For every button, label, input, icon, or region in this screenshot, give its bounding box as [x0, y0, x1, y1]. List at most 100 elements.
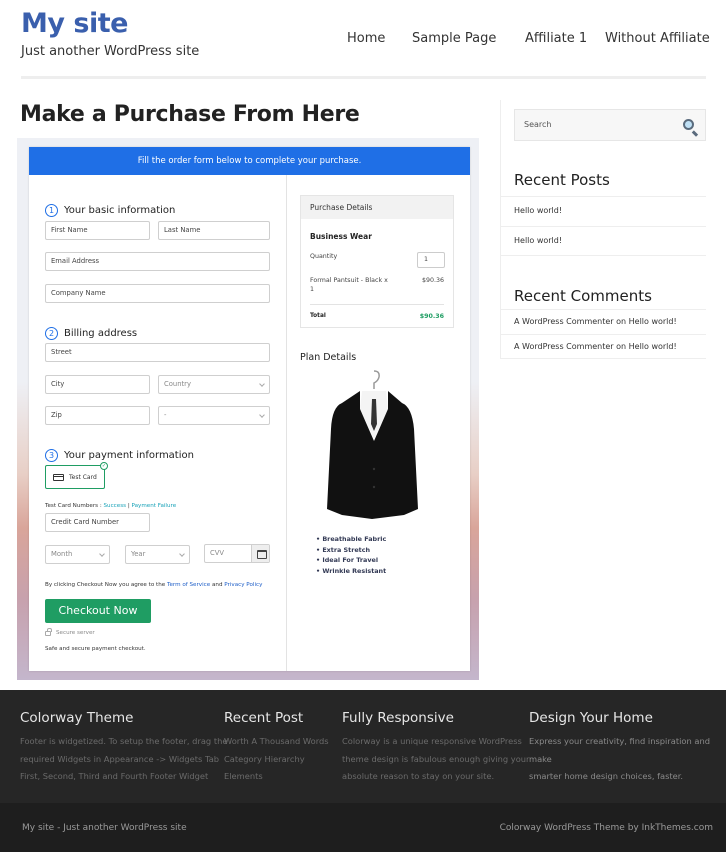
cvv-field[interactable]: CVV [204, 544, 270, 563]
main-nav: Home Sample Page Affiliate 1 Without Aff… [0, 31, 726, 51]
footer-line: Express your creativity, find inspiratio… [529, 736, 710, 764]
line-item-qty: 1 [310, 286, 315, 293]
footer-col-title: Colorway Theme [20, 710, 134, 726]
nav-item-sample-page[interactable]: Sample Page [412, 31, 496, 46]
site-header: My site Just another WordPress site Home… [0, 0, 726, 90]
step-number: 1 [45, 204, 58, 217]
checkout-image: Fill the order form below to complete yo… [17, 138, 479, 680]
first-name-field[interactable]: First Name [45, 221, 150, 240]
footer-line: Footer is widgetized. To setup the foote… [20, 736, 228, 746]
plan-details-title: Plan Details [300, 352, 357, 363]
recent-posts-title: Recent Posts [514, 171, 610, 189]
zip-field[interactable]: Zip [45, 406, 150, 425]
test-card-option[interactable]: Test Card ✓ [45, 462, 108, 489]
test-card-label: Test Card [69, 473, 97, 481]
privacy-link[interactable]: Privacy Policy [224, 582, 262, 588]
footer-col-links: Worth A Thousand Words Category Hierarch… [224, 733, 329, 786]
search-placeholder: Search [524, 120, 552, 129]
footer-line: absolute reason to stay on your site. [342, 771, 495, 781]
copyright-text: My site - Just another WordPress site [22, 823, 187, 833]
chevron-down-icon [99, 551, 105, 557]
footer-col-text: Footer is widgetized. To setup the foote… [20, 733, 227, 786]
last-name-field[interactable]: Last Name [158, 221, 270, 240]
agreement-and: and [211, 582, 223, 588]
footer-col-title: Fully Responsive [342, 710, 454, 726]
nav-item-without-affiliate[interactable]: Without Affiliate [605, 31, 710, 46]
state-select-value: - [164, 411, 167, 419]
plan-features: Breathable Fabric Extra Stretch Ideal Fo… [316, 534, 386, 576]
suit-image [327, 370, 418, 519]
country-select-value: Country [164, 380, 192, 388]
card-icon [251, 545, 269, 562]
chevron-down-icon [259, 381, 265, 387]
street-field[interactable]: Street [45, 343, 270, 362]
quantity-input[interactable]: 1 [417, 252, 445, 268]
year-select-value: Year [131, 550, 146, 558]
recent-comments-title: Recent Comments [514, 287, 652, 305]
payment-failure-link[interactable]: Payment Failure [131, 503, 176, 509]
checkout-now-button[interactable]: Checkout Now [45, 599, 151, 623]
header-divider [21, 76, 706, 79]
month-select-value: Month [51, 550, 73, 558]
chevron-down-icon [179, 551, 185, 557]
footer-col-title: Design Your Home [529, 710, 653, 726]
nav-item-affiliate-1[interactable]: Affiliate 1 [525, 31, 587, 46]
step-payment: 3 Your payment information [45, 449, 194, 462]
recent-comment-link[interactable]: A WordPress Commenter on Hello world! [501, 334, 706, 359]
feature-item: Extra Stretch [316, 545, 386, 556]
search-icon[interactable] [683, 119, 694, 130]
footer: Colorway Theme Footer is widgetized. To … [0, 690, 726, 803]
product-name: Business Wear [310, 232, 372, 241]
step-number: 2 [45, 327, 58, 340]
footer-link[interactable]: Worth A Thousand Words [224, 733, 329, 751]
total-value: $90.36 [419, 313, 444, 320]
credit-card-icon [53, 473, 64, 481]
safe-checkout-text: Safe and secure payment checkout. [45, 646, 146, 652]
feature-item: Breathable Fabric [316, 534, 386, 545]
recent-comment-link[interactable]: A WordPress Commenter on Hello world! [501, 309, 706, 334]
month-select[interactable]: Month [45, 545, 110, 564]
city-field[interactable]: City [45, 375, 150, 394]
agreement-prefix: By clicking Checkout Now you agree to th… [45, 582, 166, 588]
divider [310, 304, 444, 305]
footer-col-text: Express your creativity, find inspiratio… [529, 733, 726, 786]
footer-link[interactable]: Elements [224, 768, 329, 786]
test-card-numbers-label: Test Card Numbers : [45, 503, 102, 509]
theme-credit-link[interactable]: Colorway WordPress Theme by InkThemes.co… [500, 823, 713, 833]
step-basic-info: 1 Your basic information [45, 204, 175, 217]
lock-icon [45, 628, 52, 636]
cvv-placeholder: CVV [210, 549, 225, 557]
email-field[interactable]: Email Address [45, 252, 270, 271]
column-divider [286, 175, 287, 671]
nav-item-home[interactable]: Home [347, 31, 385, 46]
check-icon: ✓ [100, 462, 108, 470]
country-select[interactable]: Country [158, 375, 270, 394]
state-select[interactable]: - [158, 406, 270, 425]
footer-col-title: Recent Post [224, 710, 304, 726]
footer-line: smarter home design choices, faster. [529, 771, 684, 781]
hanger-hook [373, 370, 380, 389]
success-link[interactable]: Success [104, 503, 127, 509]
footer-line: required Widgets in Appearance -> Widget… [20, 753, 220, 764]
line-item-name: Formal Pantsuit - Black x [310, 277, 388, 284]
step-label: Your basic information [64, 205, 176, 216]
footer-line: Colorway is a unique responsive WordPres… [342, 736, 522, 746]
feature-item: Wrinkle Resistant [316, 566, 386, 577]
step-billing: 2 Billing address [45, 327, 137, 340]
recent-post-link[interactable]: Hello world! [501, 226, 706, 256]
search-input[interactable]: Search [514, 109, 706, 141]
checkout-card: Fill the order form below to complete yo… [29, 147, 470, 671]
company-field[interactable]: Company Name [45, 284, 270, 303]
terms-link[interactable]: Term of Service [167, 582, 210, 588]
footer-line: theme design is fabulous enough giving y… [342, 753, 530, 764]
footer-line: First, Second, Third and Fourth Footer W… [20, 771, 209, 781]
step-label: Your payment information [64, 450, 194, 461]
step-number: 3 [45, 449, 58, 462]
card-number-field[interactable]: Credit Card Number [45, 513, 150, 532]
footer-col-text: Colorway is a unique responsive WordPres… [342, 733, 529, 786]
year-select[interactable]: Year [125, 545, 190, 564]
separator: | [127, 503, 130, 509]
quantity-label: Quantity [310, 253, 338, 260]
recent-post-link[interactable]: Hello world! [501, 196, 706, 226]
footer-link[interactable]: Category Hierarchy [224, 751, 329, 769]
